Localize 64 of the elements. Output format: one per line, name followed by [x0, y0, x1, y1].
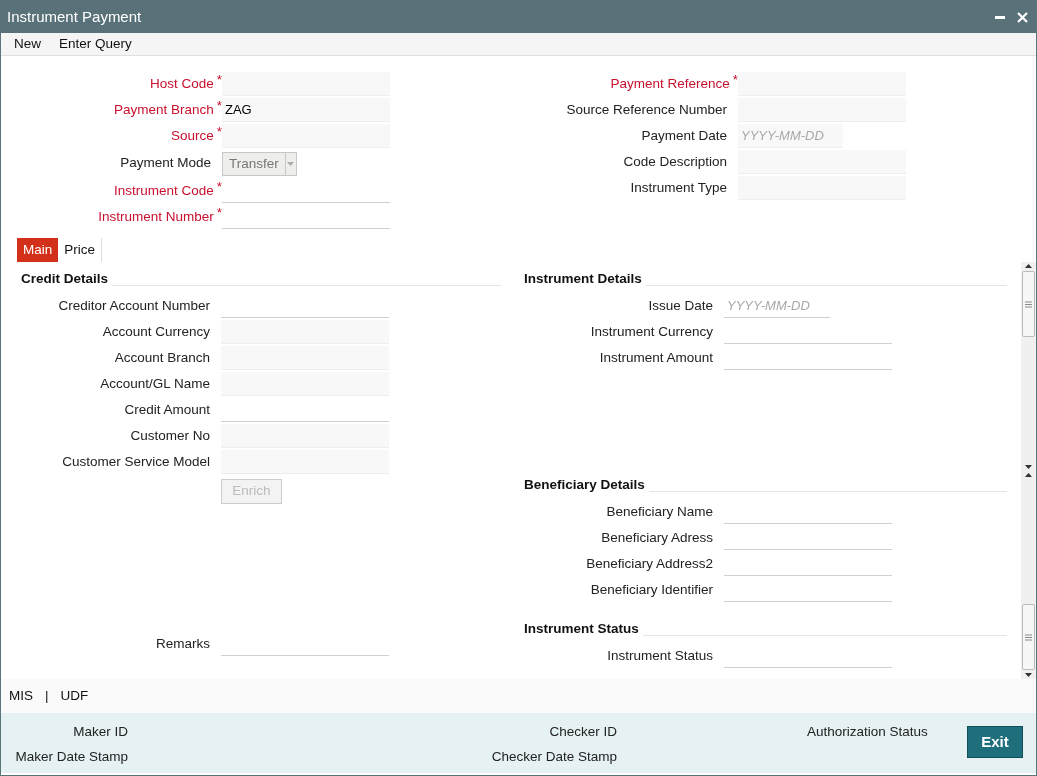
field-label: Issue Date	[648, 296, 713, 315]
separator: |	[45, 686, 49, 705]
payment-mode-select[interactable]: Transfer	[222, 151, 297, 176]
scrollbar[interactable]	[1021, 471, 1036, 679]
scroll-up-icon[interactable]	[1025, 473, 1032, 477]
field-label: Credit Amount	[124, 400, 210, 419]
required-mark: *	[216, 122, 222, 141]
required-mark: *	[216, 70, 222, 89]
field-label: Beneficiary Identifier	[590, 580, 713, 599]
field-label: Customer Service Model	[62, 452, 210, 471]
scroll-down-icon[interactable]	[1025, 673, 1032, 677]
required-mark: *	[732, 70, 738, 89]
menu-item[interactable]: Enter Query	[59, 33, 132, 55]
audit-label: Authorization Status	[807, 723, 928, 740]
field-label: Instrument Number	[98, 207, 214, 226]
field-label: Instrument Type	[630, 178, 727, 197]
field-label: Creditor Account Number	[58, 296, 210, 315]
grip-icon	[1025, 300, 1032, 308]
required-mark: *	[216, 177, 222, 196]
field-label: Payment Mode	[120, 154, 211, 173]
required-mark: *	[216, 96, 222, 115]
scroll-down-icon[interactable]	[1025, 465, 1032, 469]
section-title: Instrument Status	[524, 619, 640, 638]
audit-label: Maker ID	[73, 723, 128, 740]
field-label: Remarks	[156, 634, 210, 653]
audit-label: Checker Date Stamp	[491, 748, 617, 765]
field-label: Payment Date	[641, 126, 727, 145]
field-label: Beneficiary Address2	[586, 554, 713, 573]
field-label: Payment Branch	[113, 100, 214, 119]
field-label: Account Branch	[114, 348, 210, 367]
link[interactable]: UDF	[60, 685, 89, 707]
field-label: Payment Reference	[610, 74, 730, 93]
scrollbar[interactable]	[1021, 262, 1036, 471]
field-label: Instrument Status	[607, 646, 713, 665]
field-label: Host Code	[149, 74, 214, 93]
link[interactable]: MIS	[9, 685, 33, 707]
audit-label: Maker Date Stamp	[15, 748, 128, 765]
exit-button[interactable]: Exit	[967, 726, 1023, 758]
field-label: Instrument Amount	[599, 348, 713, 367]
menu-item[interactable]: New	[14, 33, 41, 55]
field-label: Beneficiary Name	[606, 502, 713, 521]
section-title: Beneficiary Details	[524, 475, 646, 494]
tab[interactable]: Price	[58, 238, 103, 262]
field-label: Instrument Currency	[590, 322, 713, 341]
grip-icon	[1025, 633, 1032, 641]
field-label: Instrument Code	[113, 181, 214, 200]
section-title: Instrument Details	[524, 269, 643, 288]
close-icon[interactable]	[1017, 11, 1028, 23]
caret-icon	[287, 161, 295, 166]
field-label: Customer No	[130, 426, 210, 445]
field-label: Source	[170, 126, 214, 145]
minimize-icon[interactable]	[995, 15, 1005, 19]
input-field[interactable]: ZAG	[222, 98, 390, 122]
tab[interactable]: Main	[17, 238, 59, 262]
required-mark: *	[216, 203, 222, 222]
field-label: Source Reference Number	[566, 100, 727, 119]
scroll-up-icon[interactable]	[1025, 264, 1032, 268]
field-label: Account/GL Name	[100, 374, 210, 393]
section-title: Credit Details	[21, 269, 110, 288]
field-label: Code Description	[623, 152, 727, 171]
field-label: Account Currency	[102, 322, 210, 341]
field-label: Beneficiary Adress	[601, 528, 713, 547]
audit-label: Checker ID	[549, 723, 617, 740]
window-title: Instrument Payment	[7, 6, 142, 27]
